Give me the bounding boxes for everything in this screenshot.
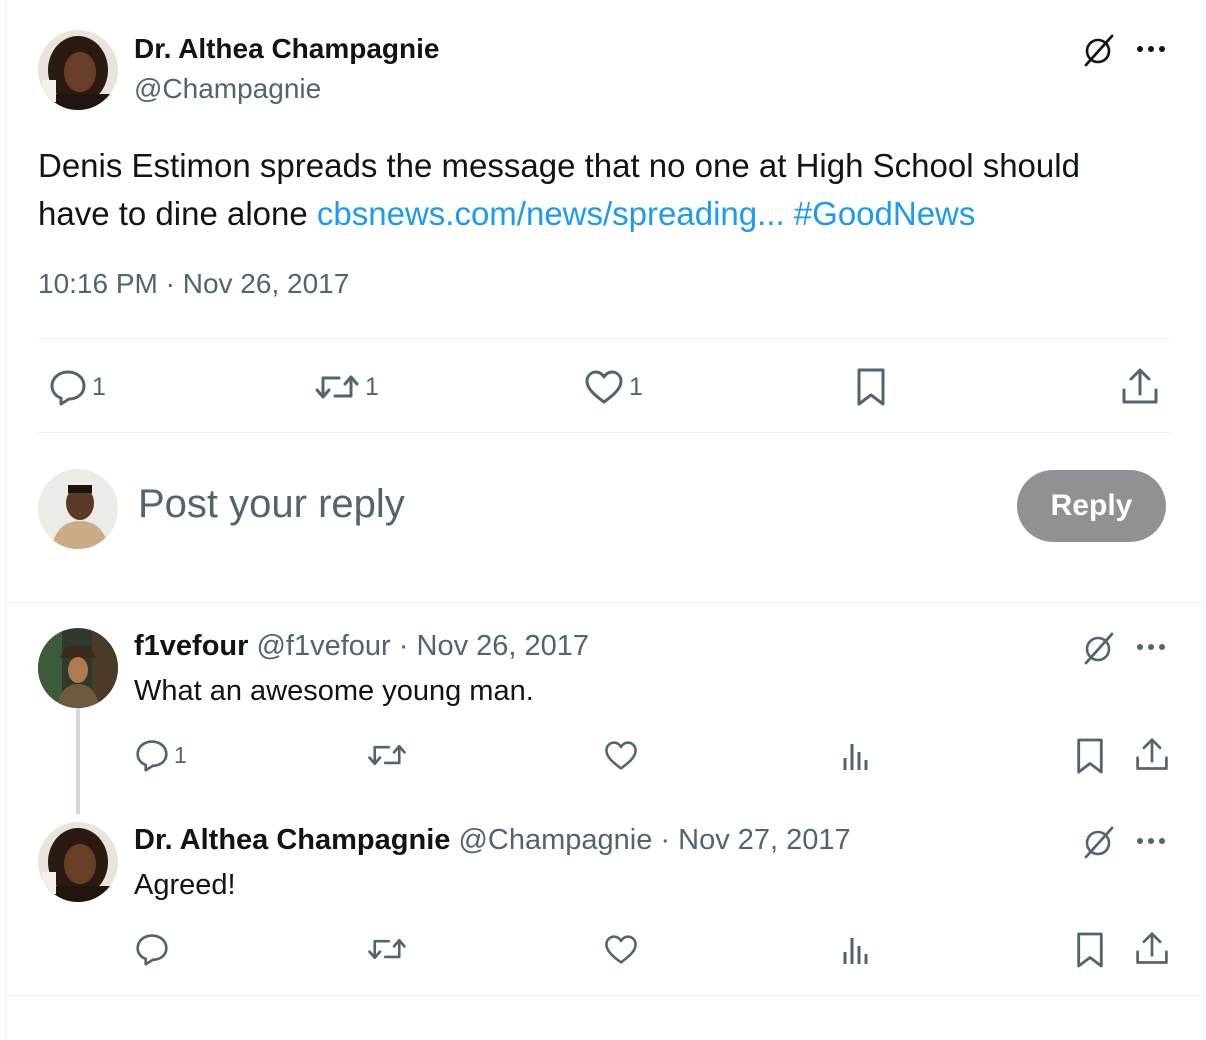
author-name[interactable]: Dr. Althea Champagnie [134,33,439,65]
reply-avatar[interactable] [38,628,118,708]
reply-author-name[interactable]: Dr. Althea Champagnie [134,824,450,856]
share-icon [1122,368,1158,404]
divider [6,602,1202,603]
tweet-text: Denis Estimon spreads the message that n… [38,142,1168,238]
like-action[interactable] [603,933,639,966]
more-button[interactable] [1136,40,1168,58]
repost-action[interactable] [366,738,408,772]
reply-action[interactable] [134,932,174,966]
reply-author-handle[interactable]: @f1vefour [256,630,390,662]
grok-button[interactable] [1082,32,1116,68]
grok-button[interactable] [1082,630,1116,666]
author-avatar[interactable] [38,30,118,110]
bookmark-action[interactable] [1074,930,1106,970]
more-dots-icon [1137,644,1165,650]
share-icon [1136,738,1168,770]
more-dots-icon [1137,838,1165,844]
thread-line [76,708,80,814]
bookmark-icon [1077,932,1103,968]
tweet-text-line1: Denis Estimon spreads the message that n… [38,147,1080,184]
more-button[interactable] [1136,638,1168,656]
reply-text: Agreed! [134,869,236,901]
share-action[interactable] [1134,736,1170,774]
reply-date[interactable]: · Nov 26, 2017 [399,630,589,662]
reply-input[interactable]: Post your reply [138,482,405,527]
repost-count: 1 [365,372,379,401]
tweet-link[interactable]: cbsnews.com/news/spreading... [317,195,785,232]
slashed-circle-icon [1084,34,1114,67]
share-action[interactable] [1120,366,1160,408]
reply-count: 1 [92,372,106,401]
share-icon [1136,932,1168,964]
reply-bubble-icon [136,934,168,966]
slashed-circle-icon [1084,826,1114,859]
heart-icon [605,741,637,770]
divider [6,995,1202,996]
heart-icon [605,935,637,964]
bookmark-icon [1077,738,1103,774]
like-action[interactable]: 1 [583,368,643,406]
bookmark-action[interactable] [854,366,888,408]
reply-author-name[interactable]: f1vefour [134,630,248,662]
grok-button[interactable] [1082,824,1116,860]
share-action[interactable] [1134,930,1170,968]
reply-action[interactable]: 1 [48,368,106,406]
tweet-text-line2: have to dine alone cbsnews.com/news/spre… [38,190,1168,238]
reply-action[interactable]: 1 [134,738,187,772]
views-icon [843,938,868,964]
repost-icon [368,744,406,766]
repost-icon [368,938,406,960]
more-dots-icon [1137,46,1165,52]
like-count: 1 [629,372,643,401]
heart-icon [585,370,623,404]
reply-button[interactable]: Reply [1017,470,1166,542]
reply-header: Dr. Althea Champagnie @Champagnie · Nov … [134,824,851,857]
reply-bubble-icon [136,740,168,772]
views-action[interactable] [840,740,872,772]
reply-avatar[interactable] [38,822,118,902]
repost-icon [315,375,359,399]
divider [38,432,1170,433]
repost-action[interactable]: 1 [313,368,379,406]
reply-bubble-icon [50,370,86,406]
reply-date[interactable]: · Nov 27, 2017 [660,824,850,856]
hashtag-link[interactable]: #GoodNews [794,195,976,232]
tweet-text-line2-plain: have to dine alone [38,195,317,232]
bookmark-icon [857,368,885,406]
more-button[interactable] [1136,832,1168,850]
reply-author-handle[interactable]: @Champagnie [458,824,652,856]
like-action[interactable] [603,739,639,772]
reply-header: f1vefour @f1vefour · Nov 26, 2017 [134,630,589,663]
reply-text: What an awesome young man. [134,675,534,707]
tweet-timestamp[interactable]: 10:16 PM · Nov 26, 2017 [38,268,349,300]
reply-count: 1 [174,741,187,768]
current-user-avatar[interactable] [38,469,118,549]
views-action[interactable] [840,934,872,966]
slashed-circle-icon [1084,632,1114,665]
repost-action[interactable] [366,932,408,966]
divider [38,338,1170,339]
bookmark-action[interactable] [1074,736,1106,776]
author-handle[interactable]: @Champagnie [134,73,321,105]
views-icon [843,744,868,770]
